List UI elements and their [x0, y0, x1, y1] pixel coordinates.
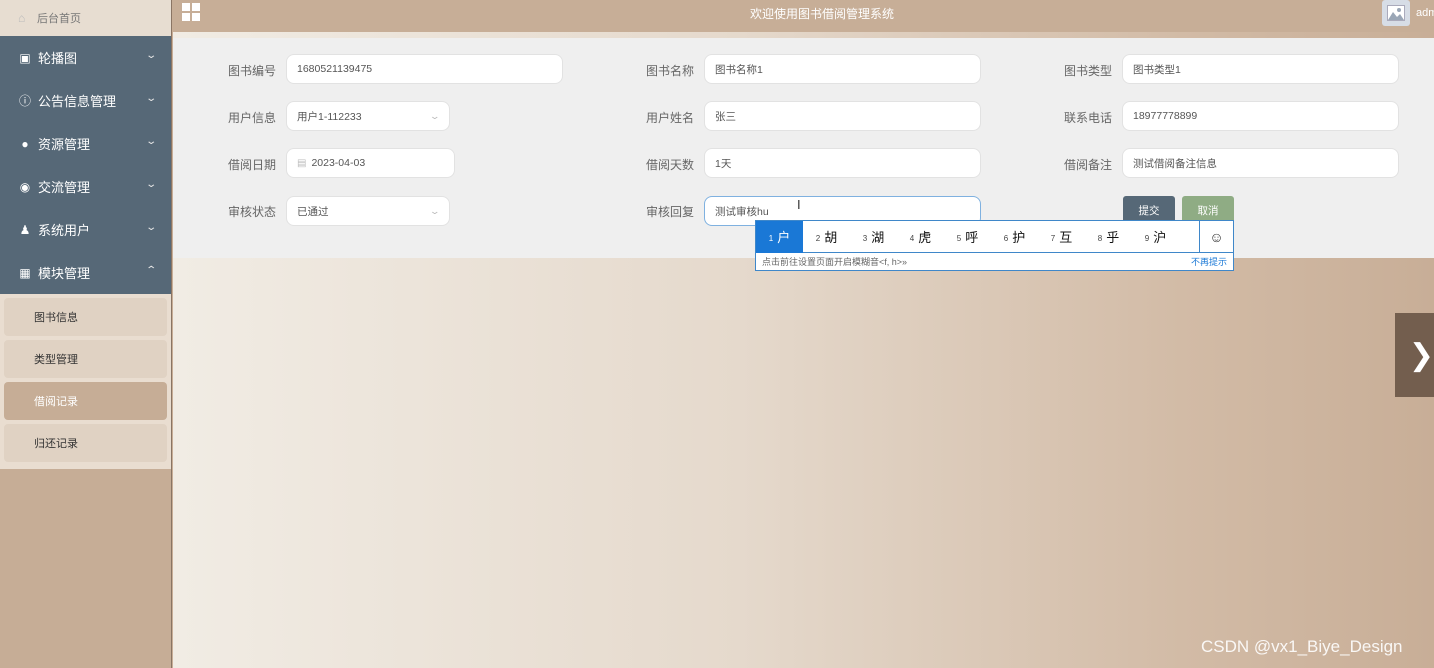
ime-dismiss-link[interactable]: 不再提示 [1191, 255, 1227, 268]
ime-candidate[interactable]: 6护 [991, 221, 1038, 253]
image-icon [1387, 5, 1405, 21]
ime-candidate[interactable]: 2胡 [803, 221, 850, 253]
ime-candidate[interactable]: 1户 [756, 220, 803, 253]
user-icon: ♟ [19, 222, 31, 237]
avatar[interactable] [1382, 0, 1410, 26]
user-name-field[interactable]: 张三 [704, 101, 981, 131]
info-circle-icon: ⓘ [18, 94, 31, 108]
submenu-item-type-manage[interactable]: 类型管理 [4, 340, 167, 378]
sidebar-item-notice[interactable]: ⓘ 公告信息管理 ⌄ [0, 79, 171, 122]
user-name-label: 用户姓名 [646, 111, 695, 125]
submenu-item-borrow-record[interactable]: 借阅记录 [4, 382, 167, 420]
ime-candidate[interactable]: 9沪 [1132, 221, 1179, 253]
ime-candidate[interactable]: 3湖 [850, 221, 897, 253]
sidebar-item-label: 轮播图 [38, 51, 78, 66]
chevron-down-icon: ⌄ [144, 179, 157, 190]
username[interactable]: adm [1416, 7, 1434, 19]
ime-candidate[interactable]: 7互 [1038, 221, 1085, 253]
borrow-note-field[interactable]: 测试借阅备注信息 [1122, 148, 1399, 178]
chevron-down-icon: ⌄ [144, 50, 157, 61]
chevron-up-icon: ⌃ [144, 265, 157, 276]
chevron-right-icon[interactable]: ❯ [1395, 313, 1434, 397]
top-header: 欢迎使用图书借阅管理系统 adm [172, 0, 1434, 32]
ime-hint-bar: 点击前往设置页面开启模糊音<f, h>» 不再提示 [756, 253, 1233, 270]
emoji-icon[interactable]: ☺ [1199, 221, 1233, 253]
calendar-icon: ▤ [297, 157, 307, 169]
text-cursor-icon: I [797, 197, 801, 212]
sidebar-item-carousel[interactable]: ▣ 轮播图 ⌄ [0, 36, 171, 79]
watermark: CSDN @vx1_Biye_Design [1201, 637, 1403, 656]
sidebar-item-resource[interactable]: ● 资源管理 ⌄ [0, 122, 171, 165]
sidebar: ⌂ 后台首页 ▣ 轮播图 ⌄ ⓘ 公告信息管理 ⌄ ● 资源管理 ⌄ ◉ 交流管… [0, 0, 172, 668]
main-content: 图书编号 1680521139475 图书名称 图书名称1 图书类型 图书类型1… [173, 32, 1434, 668]
phone-field[interactable]: 18977778899 [1122, 101, 1399, 131]
borrow-date-picker[interactable]: ▤ 2023-04-03 [286, 148, 455, 178]
sidebar-item-label: 公告信息管理 [38, 94, 117, 109]
module-submenu: 图书信息 类型管理 借阅记录 归还记录 [0, 294, 171, 469]
chevron-down-icon: ⌄ [144, 136, 157, 147]
ime-candidate-popup: 1户 2胡 3湖 4虎 5呼 6护 7互 8乎 9沪 ☺ 点击前往设置页面开启模… [755, 220, 1234, 271]
borrow-days-label: 借阅天数 [646, 158, 695, 172]
sidebar-menu: ▣ 轮播图 ⌄ ⓘ 公告信息管理 ⌄ ● 资源管理 ⌄ ◉ 交流管理 ⌄ ♟ 系… [0, 36, 171, 294]
book-type-label: 图书类型 [1064, 64, 1113, 78]
book-name-field[interactable]: 图书名称1 [704, 54, 981, 84]
submenu-item-book-info[interactable]: 图书信息 [4, 298, 167, 336]
sidebar-item-label: 资源管理 [38, 137, 91, 152]
audit-status-select[interactable]: 已通过 ⌄ [286, 196, 450, 226]
sidebar-item-communication[interactable]: ◉ 交流管理 ⌄ [0, 165, 171, 208]
home-icon: ⌂ [18, 11, 26, 25]
ime-candidate[interactable]: 5呼 [944, 221, 991, 253]
user-info-label: 用户信息 [228, 111, 277, 125]
user-info-select[interactable]: 用户1-112233 ⌄ [286, 101, 450, 131]
home-label: 后台首页 [37, 13, 81, 25]
chat-icon: ◉ [19, 179, 31, 194]
ime-candidate[interactable]: 8乎 [1085, 221, 1132, 253]
lightbulb-icon: ● [21, 136, 29, 151]
phone-label: 联系电话 [1064, 111, 1113, 125]
book-no-field[interactable]: 1680521139475 [286, 54, 563, 84]
book-name-label: 图书名称 [646, 64, 695, 78]
sidebar-item-system-user[interactable]: ♟ 系统用户 ⌄ [0, 208, 171, 251]
ime-hint-text[interactable]: 点击前往设置页面开启模糊音<f, h>» [762, 255, 907, 268]
sidebar-item-label: 模块管理 [38, 266, 91, 281]
book-no-label: 图书编号 [228, 64, 277, 78]
audit-reply-label: 审核回复 [646, 205, 695, 219]
book-type-field[interactable]: 图书类型1 [1122, 54, 1399, 84]
sidebar-home-link[interactable]: ⌂ 后台首页 [0, 0, 171, 36]
picture-icon: ▣ [19, 50, 31, 65]
chevron-down-icon: ⌄ [429, 206, 441, 216]
chevron-down-icon: ⌄ [144, 222, 157, 233]
borrow-date-label: 借阅日期 [228, 158, 277, 172]
borrow-days-field[interactable]: 1天 [704, 148, 981, 178]
sidebar-item-label: 交流管理 [38, 180, 91, 195]
sidebar-item-module[interactable]: ▦ 模块管理 ⌃ [0, 251, 171, 294]
audit-status-label: 审核状态 [228, 205, 277, 219]
chevron-down-icon: ⌄ [144, 93, 157, 104]
chevron-down-icon: ⌄ [429, 111, 441, 121]
borrow-note-label: 借阅备注 [1064, 158, 1113, 172]
site-title: 欢迎使用图书借阅管理系统 [749, 7, 894, 21]
ime-candidate-row: 1户 2胡 3湖 4虎 5呼 6护 7互 8乎 9沪 ☺ [756, 220, 1233, 253]
grid-icon: ▦ [19, 265, 31, 280]
ime-candidate[interactable]: 4虎 [897, 221, 944, 253]
sidebar-item-label: 系统用户 [38, 223, 91, 238]
submenu-item-return-record[interactable]: 归还记录 [4, 424, 167, 462]
